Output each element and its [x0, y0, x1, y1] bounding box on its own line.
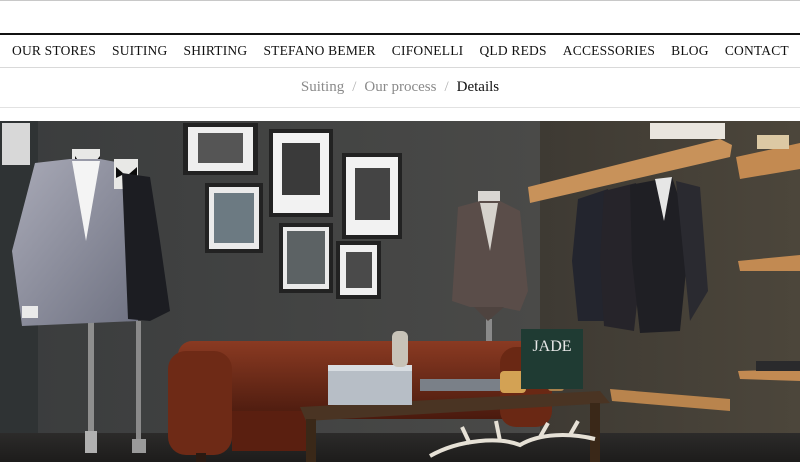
nav-stefano-bemer[interactable]: STEFANO BEMER: [263, 43, 375, 59]
nav-blog[interactable]: BLOG: [671, 43, 709, 59]
nav-qld-reds[interactable]: QLD REDS: [479, 43, 546, 59]
nav-our-stores[interactable]: OUR STORES: [12, 43, 96, 59]
breadcrumb-separator: /: [444, 79, 449, 95]
breadcrumb-current: Details: [456, 79, 500, 95]
nav-cifonelli[interactable]: CIFONELLI: [392, 43, 464, 59]
door-window: [2, 123, 30, 165]
nav-suiting[interactable]: SUITING: [112, 43, 167, 59]
nav-shirting[interactable]: SHIRTING: [184, 43, 248, 59]
main-navigation: OUR STORES SUITING SHIRTING STEFANO BEME…: [0, 33, 800, 68]
jade-book: JADE: [521, 329, 583, 389]
breadcrumb-suiting[interactable]: Suiting: [301, 79, 344, 96]
nav-accessories[interactable]: ACCESSORIES: [563, 43, 655, 59]
jade-book-title: JADE: [532, 338, 571, 355]
breadcrumb-our-process[interactable]: Our process: [364, 79, 436, 96]
nav-contact[interactable]: CONTACT: [725, 43, 789, 59]
floor: [0, 433, 800, 462]
top-bar: [0, 0, 800, 33]
breadcrumb: Suiting / Our process / Details: [0, 68, 800, 108]
breadcrumb-separator: /: [352, 79, 357, 95]
hero-image: JADE: [0, 121, 800, 462]
